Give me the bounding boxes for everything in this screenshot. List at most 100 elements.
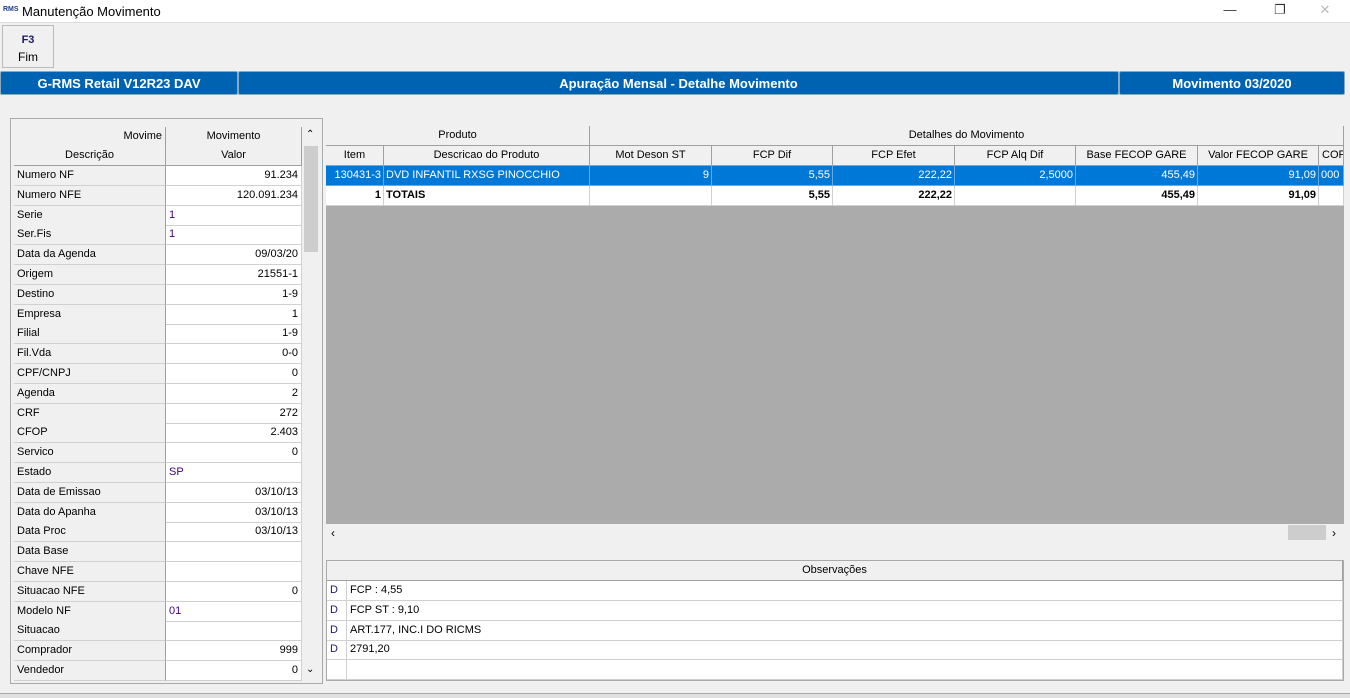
row-label: Numero NFE	[14, 185, 166, 206]
observation-text[interactable]	[347, 660, 1343, 681]
row-label: Data de Emissao	[14, 482, 166, 503]
close-button[interactable]: ✕	[1310, 2, 1340, 20]
row-label: Chave NFE	[14, 562, 166, 582]
row-value[interactable]: 1	[166, 205, 302, 226]
selected-row-cell[interactable]: 130431-3	[326, 166, 384, 186]
row-value[interactable]: 1	[166, 225, 302, 246]
totals-row-cell[interactable]	[955, 186, 1076, 206]
selected-row-cell[interactable]: 5,55	[712, 166, 833, 186]
row-label: Filial	[14, 324, 166, 345]
totals-row-cell[interactable]	[1319, 186, 1344, 206]
row-label: Empresa	[14, 304, 166, 325]
scrollbar-thumb[interactable]	[1288, 525, 1326, 540]
totals-row-cell[interactable]: TOTAIS	[384, 186, 590, 206]
row-value[interactable]: 0	[166, 443, 302, 464]
observation-type[interactable]: D	[327, 581, 347, 601]
row-label: Origem	[14, 265, 166, 285]
row-value[interactable]: 999	[166, 641, 302, 662]
row-value[interactable]: 2	[166, 383, 302, 404]
column-header[interactable]: Descricao do Produto	[384, 146, 590, 166]
selected-row-cell[interactable]: 2,5000	[955, 166, 1076, 186]
row-value[interactable]: 120.091.234	[166, 185, 302, 206]
selected-row-cell[interactable]: 9	[590, 166, 712, 186]
row-value[interactable]: 1-9	[166, 284, 302, 305]
column-header[interactable]: Mot Deson ST	[590, 146, 712, 166]
scrollbar-thumb[interactable]	[304, 146, 318, 252]
row-label: CPF/CNPJ	[14, 364, 166, 384]
fim-label: Fim	[18, 50, 38, 64]
totals-row-cell[interactable]: 91,09	[1198, 186, 1319, 206]
row-value[interactable]: 03/10/13	[166, 502, 302, 523]
row-value[interactable]: 21551-1	[166, 265, 302, 285]
row-value[interactable]: 09/03/20	[166, 245, 302, 266]
minimize-button[interactable]: —	[1215, 2, 1245, 20]
totals-row-cell[interactable]: 455,49	[1076, 186, 1198, 206]
row-value[interactable]: 0	[166, 364, 302, 384]
selected-row-cell[interactable]: 455,49	[1076, 166, 1198, 186]
observation-text[interactable]: ART.177, INC.I DO RICMS	[347, 620, 1343, 641]
selected-row-cell[interactable]: 91,09	[1198, 166, 1319, 186]
observacoes-header: Observações	[327, 561, 1343, 581]
row-value[interactable]	[166, 621, 302, 642]
row-value[interactable]: 0-0	[166, 344, 302, 365]
row-label: Vendedor	[14, 661, 166, 681]
row-value[interactable]: 2.403	[166, 423, 302, 444]
column-header[interactable]: Item	[326, 146, 384, 166]
observation-text[interactable]: FCP ST : 9,10	[347, 600, 1343, 621]
row-label: CFOP	[14, 423, 166, 444]
column-header[interactable]: COF	[1319, 146, 1344, 166]
column-header[interactable]: FCP Alq Dif	[955, 146, 1076, 166]
column-header[interactable]: Base FECOP GARE	[1076, 146, 1198, 166]
row-value[interactable]: SP	[166, 463, 302, 483]
row-value[interactable]	[166, 542, 302, 563]
observation-type[interactable]: D	[327, 640, 347, 661]
totals-row-cell[interactable]: 5,55	[712, 186, 833, 206]
movimento-grid: Movime Movimento Descrição Valor Numero NF 91…	[14, 127, 302, 681]
observation-type[interactable]: D	[327, 620, 347, 641]
fim-button[interactable]: F3 Fim	[2, 25, 54, 68]
column-header-descricao: Descrição	[14, 146, 166, 166]
row-value[interactable]: 1	[166, 304, 302, 325]
row-label: Agenda	[14, 383, 166, 404]
totals-row-cell[interactable]: 1	[326, 186, 384, 206]
row-label: Estado	[14, 463, 166, 483]
column-header[interactable]: Valor FECOP GARE	[1198, 146, 1319, 166]
row-value[interactable]: 03/10/13	[166, 482, 302, 503]
chevron-up-icon[interactable]: ⌃	[306, 129, 314, 140]
row-value[interactable]: 03/10/13	[166, 522, 302, 543]
row-label: Destino	[14, 284, 166, 305]
empty-grid-area	[326, 206, 1344, 524]
chevron-left-icon[interactable]: ‹	[331, 526, 335, 540]
row-label: Data Proc	[14, 522, 166, 543]
row-label: Situacao	[14, 621, 166, 642]
app-version-banner: G-RMS Retail V12R23 DAV	[0, 71, 238, 95]
row-label: Serie	[14, 205, 166, 226]
selected-row-cell[interactable]: 000	[1319, 166, 1344, 186]
horizontal-scrollbar[interactable]: ‹ ›	[326, 524, 1344, 542]
observation-text[interactable]: FCP : 4,55	[347, 581, 1343, 601]
row-value[interactable]	[166, 562, 302, 582]
totals-row-cell[interactable]: 222,22	[833, 186, 955, 206]
selected-row-cell[interactable]: 222,22	[833, 166, 955, 186]
row-value[interactable]: 1-9	[166, 324, 302, 345]
chevron-right-icon[interactable]: ›	[1332, 526, 1336, 540]
restore-button[interactable]: ❐	[1265, 2, 1295, 20]
column-header[interactable]: FCP Dif	[712, 146, 833, 166]
row-value[interactable]: 0	[166, 661, 302, 681]
observation-type[interactable]: D	[327, 600, 347, 621]
observacoes-grid: Observações D FCP : 4,55 D FCP ST : 9,10 D ART…	[326, 560, 1344, 681]
observation-type[interactable]	[327, 660, 347, 681]
totals-row-cell[interactable]	[590, 186, 712, 206]
row-label: Data do Apanha	[14, 502, 166, 523]
group-header-detalhes: Detalhes do Movimento	[590, 126, 1344, 146]
column-header[interactable]: FCP Efet	[833, 146, 955, 166]
row-value[interactable]: 01	[166, 601, 302, 622]
observation-text[interactable]: 2791,20	[347, 640, 1343, 661]
row-value[interactable]: 91.234	[166, 166, 302, 186]
chevron-down-icon[interactable]: ⌄	[306, 664, 314, 675]
row-value[interactable]: 272	[166, 403, 302, 424]
group-header-produto: Produto	[326, 126, 590, 146]
shortcut-key: F3	[21, 34, 35, 46]
selected-row-cell[interactable]: DVD INFANTIL RXSG PINOCCHIO	[384, 166, 590, 186]
row-value[interactable]: 0	[166, 581, 302, 602]
